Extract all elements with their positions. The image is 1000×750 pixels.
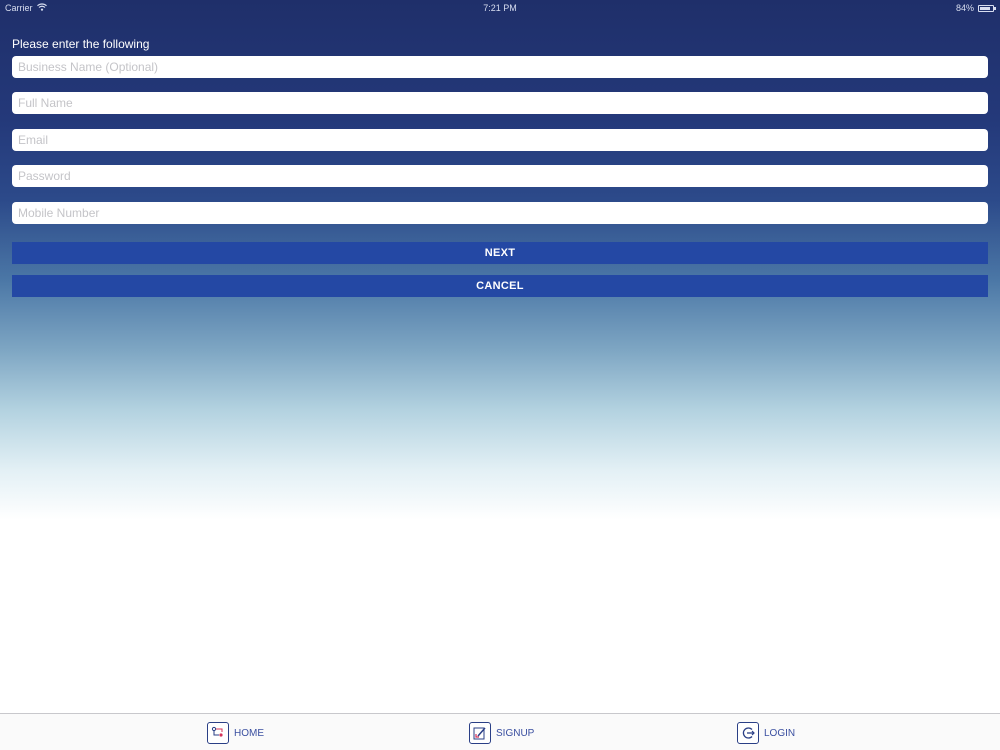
battery-icon <box>978 4 996 12</box>
status-bar: Carrier 7:21 PM 84% <box>0 0 1000 16</box>
tab-bar: HOME SIGNUP LOGIN <box>0 713 1000 750</box>
status-right: 84% <box>955 3 996 13</box>
tab-signup[interactable]: SIGNUP <box>469 721 534 745</box>
business-name-input[interactable] <box>12 56 988 78</box>
cancel-button[interactable]: CANCEL <box>12 275 988 297</box>
tab-home[interactable]: HOME <box>207 721 264 745</box>
email-input[interactable] <box>12 129 988 151</box>
home-icon <box>207 722 229 744</box>
next-button[interactable]: NEXT <box>12 242 988 264</box>
mobile-number-input[interactable] <box>12 202 988 224</box>
status-time: 7:21 PM <box>483 3 517 13</box>
login-icon <box>737 722 759 744</box>
tab-login[interactable]: LOGIN <box>737 721 795 745</box>
signup-icon <box>469 722 491 744</box>
password-input[interactable] <box>12 165 988 187</box>
tab-login-label: LOGIN <box>764 727 796 739</box>
tab-signup-label: SIGNUP <box>496 727 535 739</box>
form-title: Please enter the following <box>12 37 150 51</box>
battery-percent: 84% <box>955 3 974 13</box>
full-name-input[interactable] <box>12 92 988 114</box>
tab-home-label: HOME <box>234 727 264 739</box>
battery-fill <box>980 6 990 10</box>
